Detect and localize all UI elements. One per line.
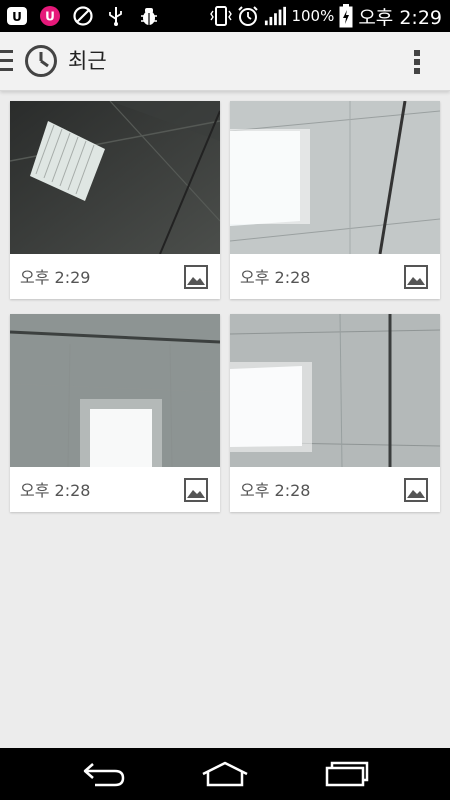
recent-apps-icon[interactable] bbox=[319, 758, 375, 790]
svg-text:U: U bbox=[12, 10, 22, 24]
photo-time: 오후 2:28 bbox=[20, 481, 91, 500]
navigation-bar bbox=[0, 748, 450, 800]
usb-icon bbox=[105, 5, 127, 27]
blocked-icon bbox=[72, 5, 94, 27]
battery-percent: 100% bbox=[291, 7, 335, 25]
signal-icon bbox=[264, 5, 287, 27]
image-icon bbox=[404, 478, 428, 502]
photo-time: 오후 2:28 bbox=[240, 481, 311, 500]
page-title: 최근 bbox=[68, 49, 107, 73]
image-icon bbox=[404, 265, 428, 289]
photo-card[interactable]: 오후 2:28 bbox=[230, 314, 440, 512]
clock-icon bbox=[24, 44, 58, 78]
action-bar: 최근 bbox=[0, 32, 450, 91]
photo-card[interactable]: 오후 2:28 bbox=[10, 314, 220, 512]
photo-thumbnail[interactable] bbox=[230, 314, 440, 467]
battery-charging-icon bbox=[339, 4, 353, 28]
photo-card[interactable]: 오후 2:28 bbox=[230, 101, 440, 299]
image-icon bbox=[184, 265, 208, 289]
vibrate-icon bbox=[210, 5, 233, 27]
photo-thumbnail[interactable] bbox=[230, 101, 440, 254]
uplus-icon: U bbox=[6, 5, 28, 27]
photo-thumbnail[interactable] bbox=[10, 101, 220, 254]
home-icon[interactable] bbox=[197, 758, 253, 790]
status-bar: U U 100% 오후 2:29 bbox=[0, 0, 450, 32]
status-clock: 오후 2:29 bbox=[358, 6, 442, 29]
photo-thumbnail[interactable] bbox=[10, 314, 220, 467]
image-icon bbox=[184, 478, 208, 502]
back-icon[interactable] bbox=[75, 758, 131, 790]
overflow-menu-icon[interactable] bbox=[412, 48, 422, 76]
photo-time: 오후 2:29 bbox=[20, 268, 91, 287]
u-notification-icon: U bbox=[39, 5, 61, 27]
debug-icon bbox=[138, 5, 160, 27]
photo-card[interactable]: 오후 2:29 bbox=[10, 101, 220, 299]
drawer-icon[interactable] bbox=[0, 46, 16, 76]
alarm-icon bbox=[237, 5, 259, 27]
photo-time: 오후 2:28 bbox=[240, 268, 311, 287]
svg-text:U: U bbox=[45, 10, 55, 24]
